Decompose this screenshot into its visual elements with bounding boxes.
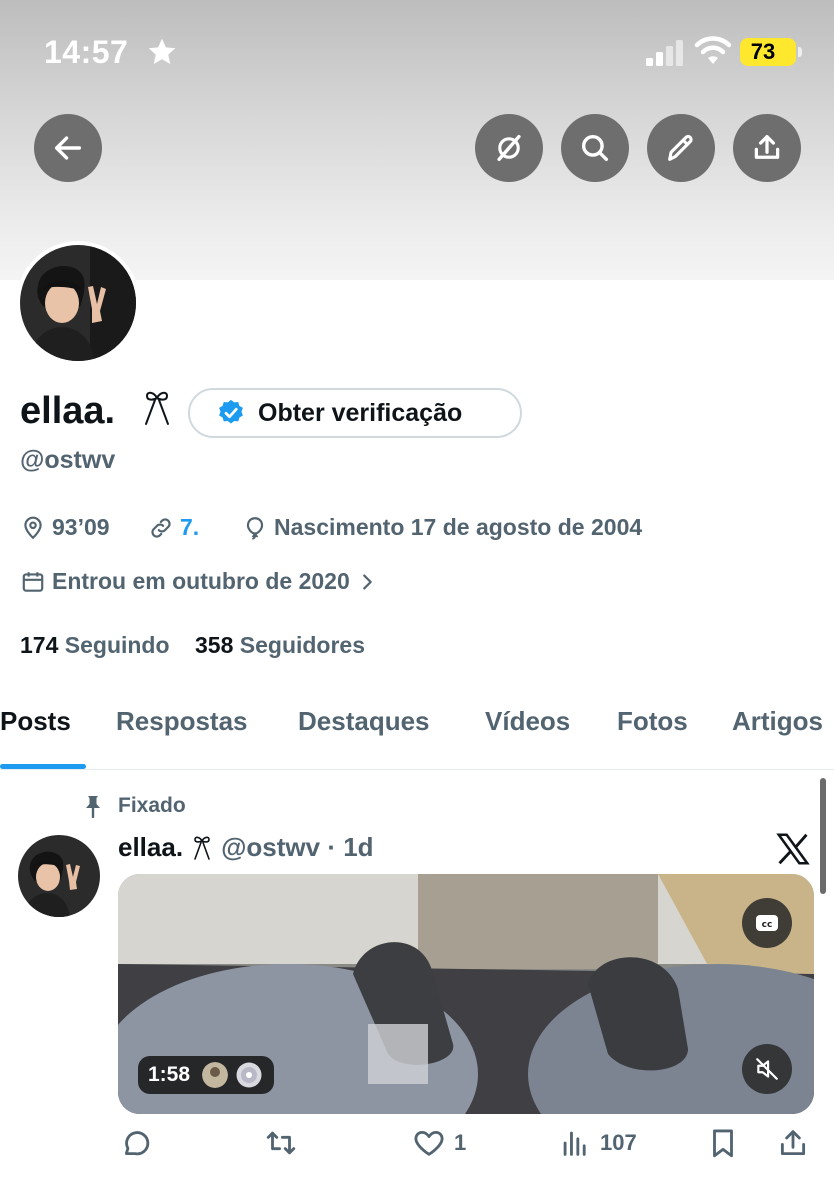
x-logo-icon bbox=[776, 833, 810, 865]
star-icon bbox=[148, 38, 176, 64]
pencil-icon bbox=[668, 134, 693, 161]
balloon-icon bbox=[246, 516, 264, 540]
heart-icon bbox=[414, 1130, 444, 1156]
calendar-icon bbox=[22, 571, 44, 592]
scrollbar[interactable] bbox=[820, 778, 826, 894]
reply-icon bbox=[125, 1131, 150, 1156]
search-icon bbox=[581, 134, 609, 162]
captions-button[interactable]: cc bbox=[742, 898, 792, 948]
tab-replies[interactable]: Respostas bbox=[116, 706, 248, 737]
avatar-photo bbox=[20, 245, 136, 361]
repost-icon bbox=[266, 1131, 296, 1155]
svg-text:cc: cc bbox=[762, 920, 773, 930]
mute-button[interactable] bbox=[742, 1044, 792, 1094]
cellular-signal-icon bbox=[646, 40, 683, 66]
closed-captions-icon: cc bbox=[756, 915, 778, 931]
share-button[interactable] bbox=[733, 114, 801, 182]
link-icon bbox=[151, 517, 171, 538]
bar-chart-icon bbox=[563, 1131, 586, 1156]
like-count: 1 bbox=[454, 1130, 467, 1155]
bookmark-icon bbox=[713, 1129, 733, 1158]
profile-link[interactable]: 7. bbox=[148, 514, 199, 541]
profile-joined[interactable]: Entrou em outubro de 2020 bbox=[20, 568, 378, 595]
post-share-button[interactable] bbox=[776, 1126, 810, 1160]
post-author-name[interactable]: ellaa. bbox=[118, 832, 183, 863]
profile-avatar[interactable] bbox=[16, 241, 140, 365]
birthdate-text: Nascimento 17 de agosto de 2004 bbox=[274, 514, 643, 540]
speaker-muted-icon bbox=[756, 1058, 778, 1080]
wifi-icon bbox=[694, 36, 732, 64]
video-duration: 1:58 bbox=[148, 1063, 191, 1086]
pinned-indicator: Fixado bbox=[82, 794, 186, 818]
share-icon bbox=[780, 1130, 806, 1156]
joined-text: Entrou em outubro de 2020 bbox=[52, 568, 350, 594]
like-button[interactable]: 1 bbox=[412, 1126, 466, 1160]
tab-highlights[interactable]: Destaques bbox=[298, 706, 430, 737]
views-button[interactable]: 107 bbox=[558, 1126, 637, 1160]
battery-level: 73 bbox=[750, 39, 776, 64]
tab-videos[interactable]: Vídeos bbox=[485, 706, 570, 737]
get-verified-button[interactable]: Obter verificação bbox=[188, 388, 522, 438]
tab-photos[interactable]: Fotos bbox=[617, 706, 688, 737]
status-time: 14:57 bbox=[44, 34, 129, 70]
profile-location: 93’09 bbox=[20, 514, 110, 541]
post-actions: 1 107 bbox=[0, 1126, 834, 1176]
chevron-right-icon bbox=[362, 573, 372, 590]
pin-icon bbox=[86, 796, 100, 818]
grok-icon bbox=[497, 134, 521, 162]
profile-birthdate: Nascimento 17 de agosto de 2004 bbox=[242, 514, 642, 541]
location-pin-icon bbox=[24, 516, 42, 539]
music-disc-icon bbox=[236, 1062, 262, 1088]
following-link[interactable]: 174 Seguindo bbox=[20, 632, 170, 659]
edit-profile-button[interactable] bbox=[647, 114, 715, 182]
ribbon-icon bbox=[194, 836, 210, 860]
get-verified-label: Obter verificação bbox=[258, 398, 463, 427]
location-text: 93’09 bbox=[52, 514, 110, 540]
search-button[interactable] bbox=[561, 114, 629, 182]
followers-link[interactable]: 358 Seguidores bbox=[195, 632, 365, 659]
active-tab-indicator bbox=[0, 764, 86, 769]
profile-tabs: Posts Respostas Destaques Vídeos Fotos A… bbox=[0, 700, 834, 770]
ribbon-icon bbox=[145, 391, 169, 425]
status-bar: 14:57 73 bbox=[0, 0, 834, 100]
post-video[interactable]: cc 1:58 bbox=[118, 874, 814, 1114]
following-label: Seguindo bbox=[64, 632, 170, 658]
followers-count: 358 bbox=[195, 632, 234, 658]
grok-button[interactable] bbox=[475, 114, 543, 182]
video-duration-badge: 1:58 bbox=[138, 1056, 275, 1094]
following-count: 174 bbox=[20, 632, 59, 658]
back-button[interactable] bbox=[34, 114, 102, 182]
reply-button[interactable] bbox=[118, 1126, 152, 1160]
audio-avatar-icon bbox=[202, 1062, 229, 1088]
tab-articles[interactable]: Artigos bbox=[732, 706, 823, 737]
followers-label: Seguidores bbox=[239, 632, 366, 658]
link-text[interactable]: 7. bbox=[180, 514, 199, 541]
bookmark-button[interactable] bbox=[706, 1126, 740, 1160]
post-header: ellaa. @ostwv · 1d bbox=[118, 832, 374, 863]
repost-button[interactable] bbox=[264, 1126, 298, 1160]
battery-indicator: 73 bbox=[740, 38, 802, 66]
post-author-avatar[interactable] bbox=[18, 835, 100, 917]
arrow-left-icon bbox=[54, 136, 82, 160]
view-count: 107 bbox=[600, 1130, 637, 1155]
pinned-label: Fixado bbox=[118, 794, 186, 817]
post-meta: @ostwv · 1d bbox=[221, 832, 374, 862]
profile-name: ellaa. bbox=[20, 390, 116, 432]
profile-handle: @ostwv bbox=[20, 446, 116, 474]
verified-badge-icon bbox=[219, 399, 243, 424]
share-icon bbox=[754, 135, 780, 159]
tab-posts[interactable]: Posts bbox=[0, 706, 71, 737]
